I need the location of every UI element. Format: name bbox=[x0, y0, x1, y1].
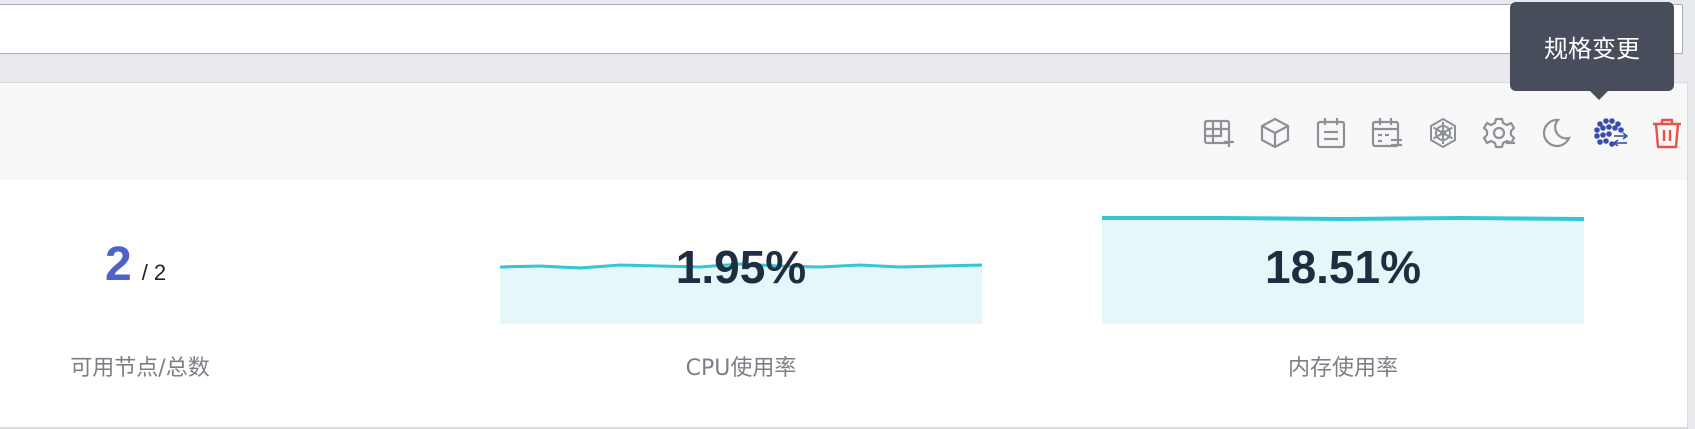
settings-gear-icon[interactable] bbox=[1482, 116, 1516, 150]
total-nodes-count: / 2 bbox=[141, 260, 167, 285]
available-nodes-label: 可用节点/总数 bbox=[70, 356, 210, 381]
helm-wheel-icon[interactable] bbox=[1426, 116, 1460, 150]
toolbar bbox=[1202, 116, 1684, 150]
cpu-usage-value: 1.95% bbox=[675, 241, 807, 293]
cpu-usage-label: CPU使用率 bbox=[685, 356, 797, 381]
trash-icon[interactable] bbox=[1650, 116, 1684, 150]
calendar-manage-icon[interactable] bbox=[1370, 116, 1404, 150]
available-nodes-count: 2 bbox=[105, 238, 132, 291]
available-nodes-value: 2 / 2 bbox=[105, 237, 166, 292]
tooltip-spec-change: 规格变更 bbox=[1510, 2, 1674, 100]
tooltip-text: 规格变更 bbox=[1544, 35, 1640, 63]
calendar-icon[interactable] bbox=[1314, 116, 1348, 150]
moon-sleep-icon[interactable] bbox=[1538, 116, 1572, 150]
cube-icon[interactable] bbox=[1258, 116, 1292, 150]
grid-add-icon[interactable] bbox=[1202, 116, 1236, 150]
memory-usage-value: 18.51% bbox=[1264, 241, 1421, 293]
card-header bbox=[0, 83, 1687, 180]
spec-change-icon[interactable] bbox=[1594, 116, 1628, 150]
search-input[interactable] bbox=[0, 4, 1683, 54]
memory-usage-label: 内存使用率 bbox=[1287, 356, 1398, 381]
